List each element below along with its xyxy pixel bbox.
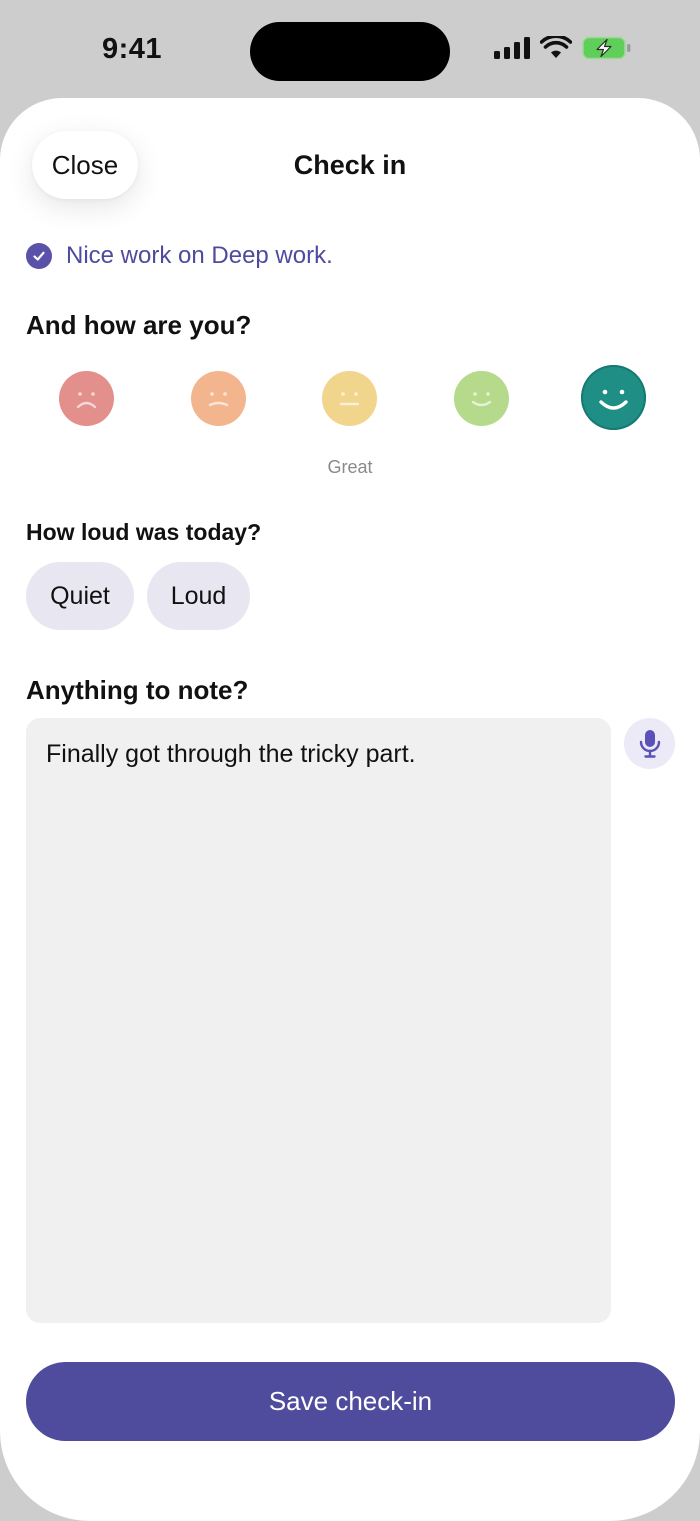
mood-question: And how are you?	[26, 310, 252, 340]
microphone-icon	[639, 729, 660, 758]
mood-sad[interactable]	[191, 371, 246, 426]
wifi-icon	[540, 36, 572, 58]
loudness-question: How loud was today?	[26, 519, 262, 545]
neutral-face-icon	[339, 392, 360, 406]
mood-neutral[interactable]	[322, 371, 377, 426]
note-textarea[interactable]: Finally got through the tricky part.	[26, 718, 611, 1323]
mood-very-sad[interactable]	[59, 371, 114, 426]
mood-very-happy-selected[interactable]	[581, 365, 646, 430]
selected-mood-label: Great	[327, 457, 373, 477]
cellular-signal-icon	[494, 37, 530, 59]
confirmation-row: Nice work on Deep work.	[26, 242, 333, 270]
loudness-option-loud[interactable]: Loud	[147, 562, 250, 630]
note-question: Anything to note?	[26, 675, 249, 705]
page-title: Check in	[293, 150, 407, 180]
confirmation-text: Nice work on Deep work.	[66, 242, 333, 269]
status-bar: 9:41	[0, 0, 700, 100]
dynamic-island	[250, 22, 450, 81]
mood-happy[interactable]	[454, 371, 509, 426]
battery-charging-icon	[582, 36, 631, 60]
status-icons	[494, 36, 632, 60]
sad-face-icon	[208, 392, 229, 407]
very-sad-face-icon	[76, 392, 97, 409]
happy-face-icon	[471, 392, 492, 407]
save-check-in-button[interactable]: Save check-in	[26, 1362, 675, 1441]
dictation-button[interactable]	[624, 718, 675, 769]
check-circle-icon	[26, 243, 52, 269]
very-happy-face-icon	[599, 389, 628, 410]
check-in-sheet: Close Check in Nice work on Deep work. A…	[0, 98, 700, 1521]
status-time: 9:41	[102, 33, 163, 65]
loudness-option-quiet[interactable]: Quiet	[26, 562, 134, 630]
